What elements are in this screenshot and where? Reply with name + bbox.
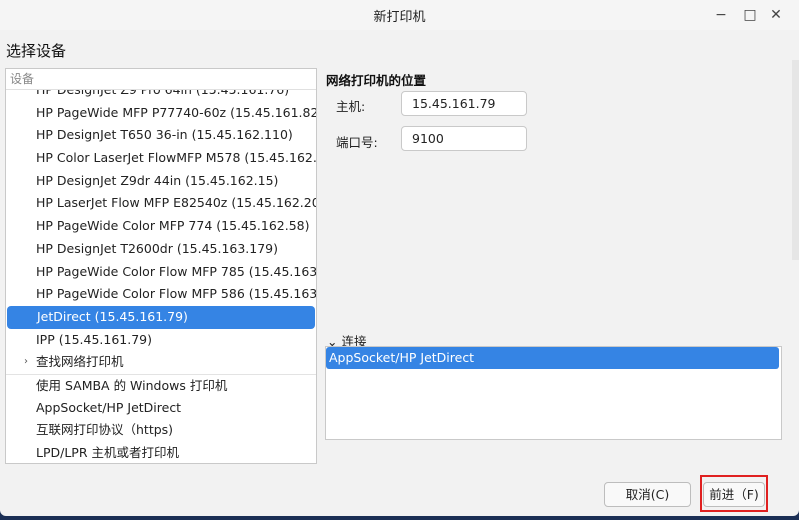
list-item[interactable]: HP PageWide Color Flow MFP 785 (15.45.16…: [6, 261, 316, 284]
scrollbar[interactable]: [792, 60, 799, 260]
list-item[interactable]: HP Color LaserJet FlowMFP M578 (15.45.16…: [6, 147, 316, 170]
list-item[interactable]: HP DesignJet T2600dr (15.45.163.179): [6, 238, 316, 261]
list-item[interactable]: HP LaserJet Flow MFP E82540z (15.45.162.…: [6, 192, 316, 215]
highlight-box: [700, 475, 768, 512]
list-item[interactable]: LPD/LPR 主机或者打印机: [6, 442, 316, 463]
list-item[interactable]: 互联网打印协议（https): [6, 419, 316, 442]
list-item-label: 查找网络打印机: [36, 354, 124, 370]
close-icon[interactable]: ✕: [766, 5, 786, 25]
list-item[interactable]: HP PageWide Color Flow MFP 586 (15.45.16…: [6, 283, 316, 306]
list-item[interactable]: 使用 SAMBA 的 Windows 打印机: [6, 373, 316, 397]
window-title: 新打印机: [373, 10, 426, 25]
connection-item-selected[interactable]: AppSocket/HP JetDirect: [326, 347, 779, 369]
new-printer-dialog: 新打印机 − □ ✕ 选择设备 设备 HP DesignJet Z9 Pro 6…: [0, 0, 799, 516]
list-item-selected[interactable]: JetDirect (15.45.161.79): [7, 305, 315, 329]
device-list[interactable]: 设备 HP DesignJet Z9 Pro 64in (15.45.161.7…: [5, 68, 317, 464]
cancel-button[interactable]: 取消(C): [604, 482, 691, 507]
device-list-header: 设备: [6, 69, 316, 90]
host-input[interactable]: 15.45.161.79: [401, 91, 527, 116]
list-item[interactable]: HP DesignJet Z9dr 44in (15.45.162.15): [6, 170, 316, 193]
maximize-icon[interactable]: □: [740, 5, 760, 25]
title-bar: 新打印机 − □ ✕: [0, 0, 799, 30]
minimize-icon[interactable]: −: [711, 5, 731, 25]
device-list-items: HP DesignJet Z9 Pro 64in (15.45.161.76) …: [6, 79, 316, 463]
list-item[interactable]: IPP (15.45.161.79): [6, 329, 316, 352]
list-item[interactable]: AppSocket/HP JetDirect: [6, 397, 316, 420]
host-label: 主机:: [336, 99, 366, 114]
port-input[interactable]: 9100: [401, 126, 527, 151]
location-title: 网络打印机的位置: [326, 73, 427, 88]
section-title: 选择设备: [6, 42, 67, 60]
port-label: 端口号:: [336, 135, 378, 150]
list-item[interactable]: HP DesignJet T650 36-in (15.45.162.110): [6, 124, 316, 147]
chevron-right-icon[interactable]: ›: [24, 351, 28, 374]
list-item[interactable]: HP PageWide MFP P77740-60z (15.45.161.82…: [6, 102, 316, 125]
list-item-find-network-printer[interactable]: › 查找网络打印机: [6, 351, 316, 374]
connection-list[interactable]: AppSocket/HP JetDirect: [325, 346, 782, 440]
list-item[interactable]: HP PageWide Color MFP 774 (15.45.162.58): [6, 215, 316, 238]
